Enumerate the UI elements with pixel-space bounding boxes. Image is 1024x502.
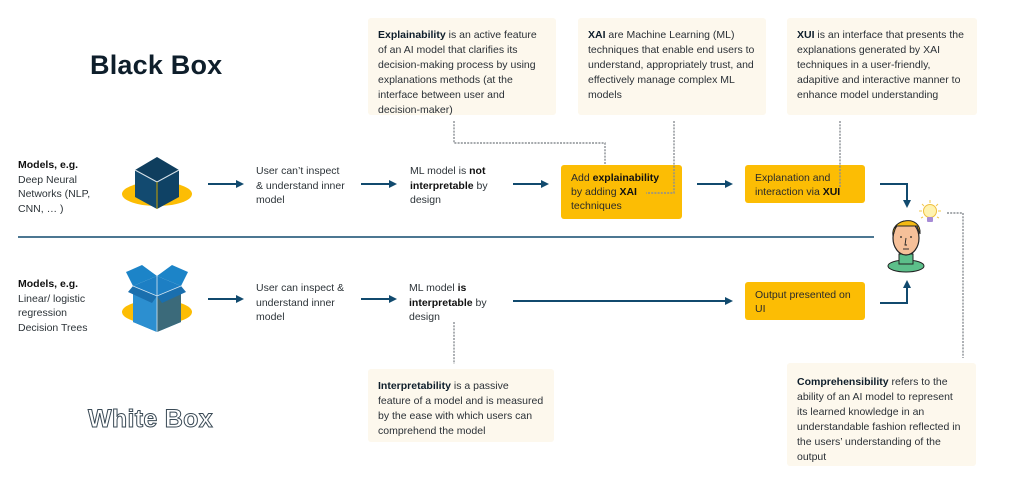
lightbulb-icon — [919, 200, 941, 222]
comprehensibility-connector — [947, 212, 964, 358]
user-avatar-icon — [887, 220, 925, 273]
explainability-connector — [453, 121, 606, 165]
arrow-black-to-user — [880, 183, 911, 208]
arrow-white-to-user — [880, 280, 911, 304]
open-box-icon — [122, 265, 192, 332]
closed-cube-icon — [122, 157, 192, 209]
xai-connector — [646, 121, 675, 194]
diagram-graphics — [18, 121, 964, 364]
